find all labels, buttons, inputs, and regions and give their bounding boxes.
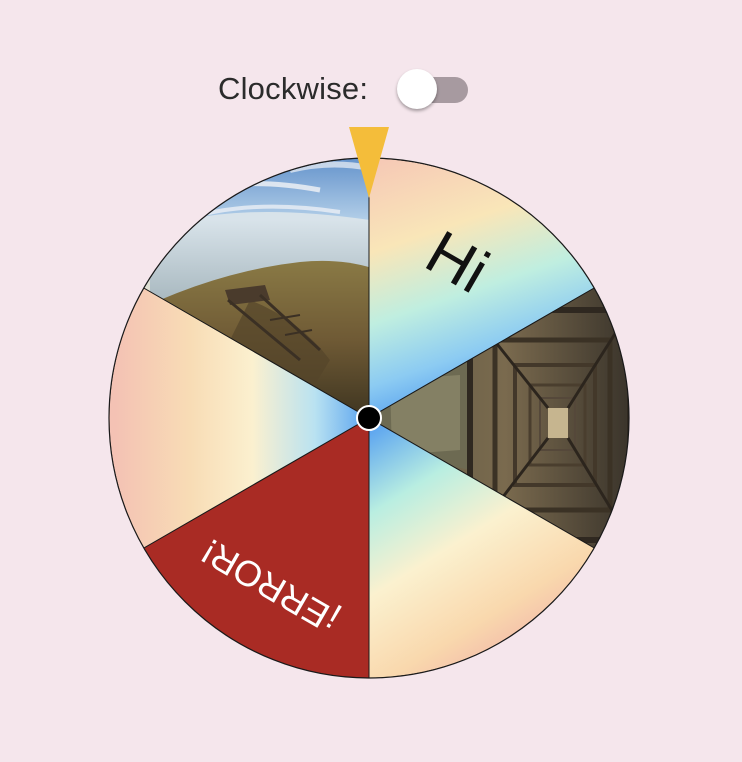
wheel-hub [356, 405, 382, 431]
fortune-wheel[interactable]: Hi ¡ERROR! [0, 0, 742, 762]
spin-wheel-screen: Clockwise: Hi ¡ERROR! [0, 0, 742, 762]
